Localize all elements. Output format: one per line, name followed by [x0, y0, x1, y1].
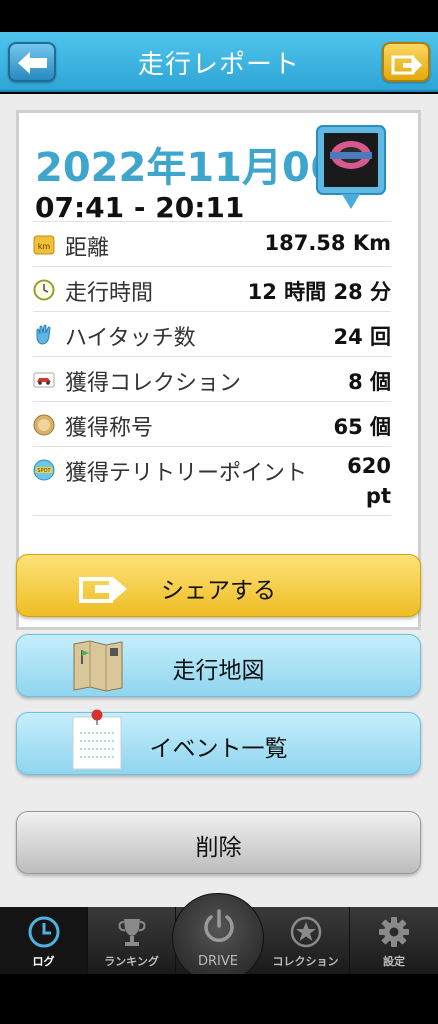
- tab-log[interactable]: ログ: [0, 907, 88, 974]
- tab-log-label: ログ: [32, 955, 55, 968]
- content-area: 2022年11月06 07:41 - 20:11 km 距離 187.58 Km: [0, 94, 438, 907]
- stat-value: 187.58 Km: [264, 231, 391, 255]
- drive-button[interactable]: DRIVE: [172, 893, 264, 983]
- page-title: 走行レポート: [137, 50, 300, 80]
- report-date: 2022年11月06: [35, 145, 338, 191]
- stat-row-collection: 獲得コレクション 8 個: [33, 356, 391, 401]
- drive-button-label: DRIVE: [198, 954, 238, 969]
- drive-map-button-label: 走行地図: [172, 658, 265, 684]
- status-bar: [0, 0, 438, 32]
- share-button[interactable]: シェアする: [16, 554, 421, 617]
- tab-settings[interactable]: 設定: [350, 907, 438, 974]
- power-icon: [204, 909, 234, 942]
- drive-map-button[interactable]: 走行地図: [16, 634, 421, 697]
- stat-value: 65 個: [333, 415, 391, 439]
- share-button-label: シェアする: [161, 578, 276, 604]
- event-list-button[interactable]: イベント一覧: [16, 709, 421, 775]
- car-icon: [33, 372, 55, 388]
- share-header-button[interactable]: [382, 42, 430, 82]
- stat-row-high-touch: ハイタッチ数 24 回: [33, 311, 391, 356]
- delete-button-label: 削除: [195, 835, 242, 861]
- share-icon: [391, 55, 422, 75]
- stat-label: 距離: [65, 236, 110, 261]
- team-emblem-icon: [316, 125, 386, 209]
- stat-label: 走行時間: [65, 281, 154, 306]
- event-list-button-label: イベント一覧: [149, 736, 288, 762]
- gear-icon: [379, 917, 409, 947]
- stat-label: 獲得コレクション: [65, 371, 242, 396]
- report-time-range: 07:41 - 20:11: [35, 191, 245, 224]
- trophy-icon: [118, 919, 146, 946]
- svg-text:SPOT: SPOT: [37, 468, 51, 474]
- stat-value: 12 時間 28 分: [247, 280, 391, 304]
- stat-value: 620 pt: [347, 454, 391, 508]
- app-header: 走行レポート: [0, 32, 438, 92]
- tab-ranking-label: ランキング: [104, 955, 159, 968]
- clock-icon: [33, 279, 55, 301]
- stat-row-titles: 獲得称号 65 個: [33, 401, 391, 446]
- stat-row-drive-time: 走行時間 12 時間 28 分: [33, 266, 391, 311]
- hand-icon: [36, 324, 51, 345]
- km-icon: km: [33, 235, 55, 255]
- report-card: 2022年11月06 07:41 - 20:11 km 距離 187.58 Km: [16, 110, 421, 630]
- stat-label: ハイタッチ数: [65, 326, 196, 351]
- delete-button[interactable]: 削除: [16, 811, 421, 874]
- system-nav-bar: [0, 974, 438, 1024]
- stat-label: 獲得テリトリーポイント: [65, 461, 308, 486]
- tab-collection-label: コレクション: [272, 955, 339, 968]
- star-icon: [290, 916, 322, 948]
- stat-value: 24 回: [333, 325, 391, 349]
- tab-ranking[interactable]: ランキング: [88, 907, 176, 974]
- svg-text:km: km: [38, 242, 51, 251]
- medal-icon: [33, 414, 55, 436]
- stat-row-territory: SPOT 獲得テリトリーポイント 620 pt: [33, 446, 391, 516]
- stats-list: km 距離 187.58 Km 走行時間 12 時間 28 分 ハイタッチ数 2…: [33, 221, 391, 516]
- spot-icon: SPOT: [33, 459, 55, 481]
- tab-collection[interactable]: コレクション: [262, 907, 350, 974]
- tab-settings-label: 設定: [383, 955, 405, 968]
- clock-icon: [28, 916, 60, 948]
- stat-value: 8 個: [348, 370, 391, 394]
- stat-row-distance: km 距離 187.58 Km: [33, 221, 391, 266]
- stat-label: 獲得称号: [65, 416, 154, 441]
